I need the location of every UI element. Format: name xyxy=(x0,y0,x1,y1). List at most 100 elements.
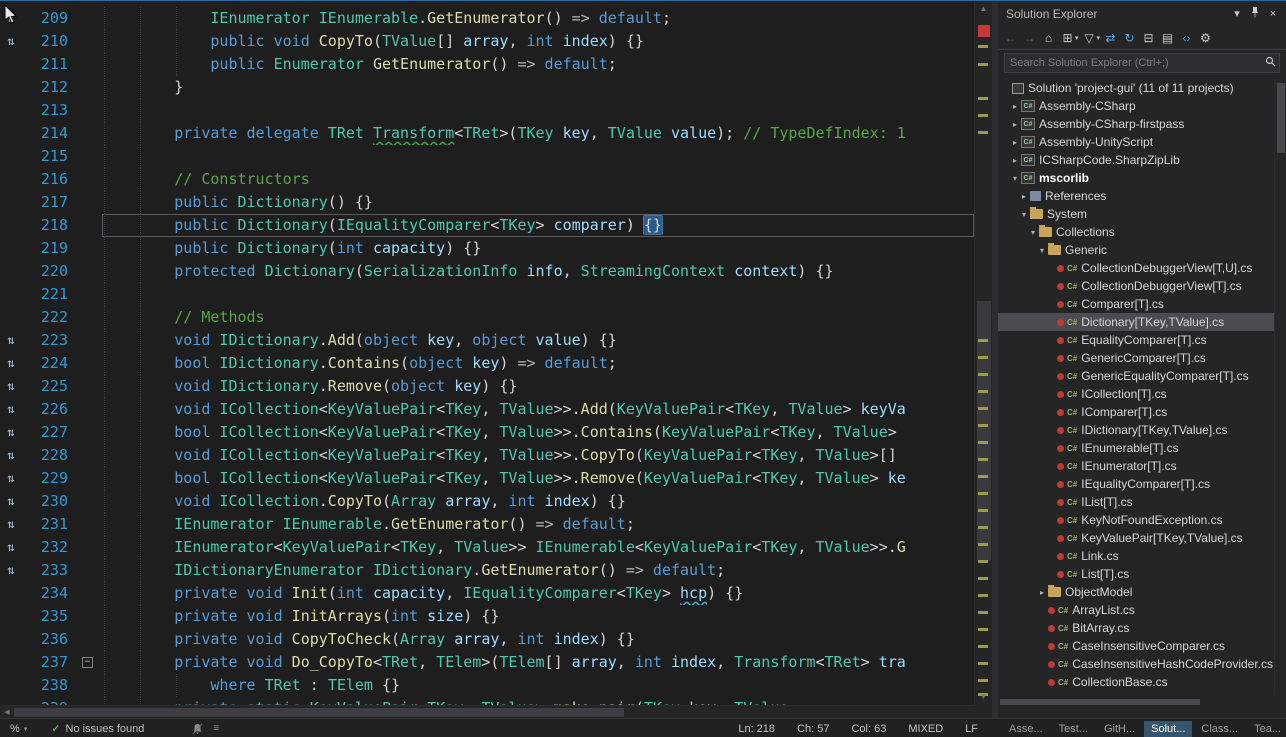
code-text[interactable]: public Enumerator GetEnumerator() => def… xyxy=(102,53,974,76)
code-line-226[interactable]: ⇅226void ICollection<KeyValuePair<TKey, … xyxy=(0,398,974,421)
code-text[interactable]: private void CopyToCheck(Array array, in… xyxy=(102,628,974,651)
search-input[interactable] xyxy=(1005,57,1261,69)
code-text[interactable] xyxy=(102,99,974,122)
panel-vscroll-thumb[interactable] xyxy=(1277,83,1285,153)
implements-icon[interactable]: ⇅ xyxy=(0,375,22,398)
tree-item[interactable]: C#IEnumerator[T].cs xyxy=(998,457,1274,475)
code-line-217[interactable]: 217public Dictionary() {} xyxy=(0,191,974,214)
refresh-icon[interactable]: ↻ xyxy=(1120,31,1139,45)
pending-changes-filter-icon-caret[interactable]: ▾ xyxy=(1097,34,1101,42)
code-text[interactable]: void ICollection<KeyValuePair<TKey, TVal… xyxy=(102,444,974,467)
editor-vertical-scrollbar[interactable]: ▲ ▼ xyxy=(974,1,992,705)
code-line-212[interactable]: 212} xyxy=(0,76,974,99)
code-line-221[interactable]: 221 xyxy=(0,283,974,306)
code-line-218[interactable]: 218public Dictionary(IEqualityComparer<T… xyxy=(0,214,974,237)
tree-item[interactable]: ▸ObjectModel xyxy=(998,583,1274,601)
tree-item[interactable]: C#CollectionDebuggerView[T].cs xyxy=(998,277,1274,295)
tree-item[interactable]: C#KeyNotFoundException.cs xyxy=(998,511,1274,529)
panel-tab[interactable]: Solut... xyxy=(1144,721,1192,737)
code-text[interactable]: public Dictionary() {} xyxy=(102,191,974,214)
implements-icon[interactable]: ⇅ xyxy=(0,490,22,513)
code-text[interactable]: bool IDictionary.Contains(object key) =>… xyxy=(102,352,974,375)
switch-views-icon-caret[interactable]: ▾ xyxy=(1075,34,1079,42)
implements-icon[interactable]: ⇅ xyxy=(0,467,22,490)
code-text[interactable]: public Dictionary(int capacity) {} xyxy=(102,237,974,260)
code-text[interactable]: public void CopyTo(TValue[] array, int i… xyxy=(102,30,974,53)
tree-item[interactable]: C#ICollection[T].cs xyxy=(998,385,1274,403)
home-icon[interactable]: ⌂ xyxy=(1039,31,1058,45)
code-text[interactable]: } xyxy=(102,76,974,99)
code-line-236[interactable]: 236private void CopyToCheck(Array array,… xyxy=(0,628,974,651)
code-text[interactable]: protected Dictionary(SerializationInfo i… xyxy=(102,260,974,283)
code-line-228[interactable]: ⇅228void ICollection<KeyValuePair<TKey, … xyxy=(0,444,974,467)
code-text[interactable]: // Constructors xyxy=(102,168,974,191)
code-text[interactable]: private delegate TRet Transform<TRet>(TK… xyxy=(102,122,974,145)
code-line-227[interactable]: ⇅227bool ICollection<KeyValuePair<TKey, … xyxy=(0,421,974,444)
implements-icon[interactable]: ⇅ xyxy=(0,513,22,536)
code-editor[interactable]: ⇅209IEnumerator IEnumerable.GetEnumerato… xyxy=(0,1,992,705)
code-text[interactable]: IEnumerator IEnumerable.GetEnumerator() … xyxy=(102,513,974,536)
search-box[interactable] xyxy=(1004,53,1280,73)
search-icon[interactable] xyxy=(1261,56,1279,70)
notifications-muted-icon[interactable] xyxy=(192,723,203,735)
code-line-237[interactable]: 237−private void Do_CopyTo<TRet, TElem>(… xyxy=(0,651,974,674)
tree-item[interactable]: Solution 'project-gui' (11 of 11 project… xyxy=(998,79,1274,97)
code-line-229[interactable]: ⇅229bool ICollection<KeyValuePair<TKey, … xyxy=(0,467,974,490)
tree-item[interactable]: C#IEnumerable[T].cs xyxy=(998,439,1274,457)
code-text[interactable]: // Methods xyxy=(102,306,974,329)
code-line-239[interactable]: 239private static KeyValuePair<TKey, TVa… xyxy=(0,697,974,705)
close-icon[interactable]: × xyxy=(1264,8,1282,20)
pin-icon[interactable] xyxy=(1246,6,1264,21)
tree-item[interactable]: C#KeyValuePair[TKey,TValue].cs xyxy=(998,529,1274,547)
expander-icon[interactable]: ▸ xyxy=(1009,156,1021,165)
code-text[interactable]: IDictionaryEnumerator IDictionary.GetEnu… xyxy=(102,559,974,582)
code-line-213[interactable]: 213 xyxy=(0,99,974,122)
tree-item[interactable]: C#CaseInsensitiveComparer.cs xyxy=(998,637,1274,655)
status-item[interactable]: LF xyxy=(965,723,978,735)
panel-horizontal-scrollbar[interactable] xyxy=(998,697,1274,707)
fold-margin[interactable]: − xyxy=(76,651,102,674)
tree-item[interactable]: ▸C#ICSharpCode.SharpZipLib xyxy=(998,151,1274,169)
tree-item[interactable]: C#List[T].cs xyxy=(998,565,1274,583)
code-line-225[interactable]: ⇅225void IDictionary.Remove(object key) … xyxy=(0,375,974,398)
code-line-215[interactable]: 215 xyxy=(0,145,974,168)
code-line-209[interactable]: ⇅209IEnumerator IEnumerable.GetEnumerato… xyxy=(0,7,974,30)
tree-item[interactable]: C#CaseInsensitiveHashCodeProvider.cs xyxy=(998,655,1274,673)
tree-item[interactable]: C#IDictionary[TKey,TValue].cs xyxy=(998,421,1274,439)
implements-icon[interactable]: ⇅ xyxy=(0,421,22,444)
tree-item[interactable]: ▸C#Assembly-CSharp xyxy=(998,97,1274,115)
expander-icon[interactable]: ▸ xyxy=(1018,192,1030,201)
code-line-219[interactable]: 219public Dictionary(int capacity) {} xyxy=(0,237,974,260)
tree-item[interactable]: ▾Collections xyxy=(998,223,1274,241)
tree-item[interactable]: C#Dictionary[TKey,TValue].cs xyxy=(998,313,1274,331)
tree-item[interactable]: C#GenericComparer[T].cs xyxy=(998,349,1274,367)
code-text[interactable]: private void Do_CopyTo<TRet, TElem>(TEle… xyxy=(102,651,974,674)
implements-icon[interactable]: ⇅ xyxy=(0,398,22,421)
code-line-230[interactable]: ⇅230void ICollection.CopyTo(Array array,… xyxy=(0,490,974,513)
code-line-210[interactable]: ⇅210public void CopyTo(TValue[] array, i… xyxy=(0,30,974,53)
properties-icon[interactable]: ⚙ xyxy=(1196,31,1215,45)
zoom-control[interactable]: % xyxy=(0,723,24,735)
status-item[interactable]: MIXED xyxy=(908,723,943,735)
panel-vertical-scrollbar[interactable] xyxy=(1274,79,1286,695)
code-text[interactable]: void IDictionary.Add(object key, object … xyxy=(102,329,974,352)
tree-item[interactable]: C#GenericEqualityComparer[T].cs xyxy=(998,367,1274,385)
implements-icon[interactable]: ⇅ xyxy=(0,30,22,53)
code-line-222[interactable]: 222// Methods xyxy=(0,306,974,329)
expander-icon[interactable]: ▸ xyxy=(1036,588,1048,597)
expander-icon[interactable]: ▸ xyxy=(1009,138,1021,147)
code-text[interactable]: private void Init(int capacity, IEqualit… xyxy=(102,582,974,605)
panel-tab[interactable]: Asse... xyxy=(1002,721,1050,737)
tree-item[interactable]: C#CollectionDebuggerView[T,U].cs xyxy=(998,259,1274,277)
code-line-231[interactable]: ⇅231IEnumerator IEnumerable.GetEnumerato… xyxy=(0,513,974,536)
code-line-232[interactable]: ⇅232IEnumerator<KeyValuePair<TKey, TValu… xyxy=(0,536,974,559)
code-text[interactable]: void ICollection<KeyValuePair<TKey, TVal… xyxy=(102,398,974,421)
code-text[interactable]: void IDictionary.Remove(object key) {} xyxy=(102,375,974,398)
scroll-up-icon[interactable]: ▲ xyxy=(975,3,992,15)
panel-tab[interactable]: Test... xyxy=(1052,721,1095,737)
tree-item[interactable]: C#BitArray.cs xyxy=(998,619,1274,637)
code-text[interactable]: public Dictionary(IEqualityComparer<TKey… xyxy=(102,214,974,237)
code-line-238[interactable]: 238where TRet : TElem {} xyxy=(0,674,974,697)
code-line-224[interactable]: ⇅224bool IDictionary.Contains(object key… xyxy=(0,352,974,375)
editor-horizontal-scrollbar[interactable]: ◀ ▶ xyxy=(0,705,992,718)
